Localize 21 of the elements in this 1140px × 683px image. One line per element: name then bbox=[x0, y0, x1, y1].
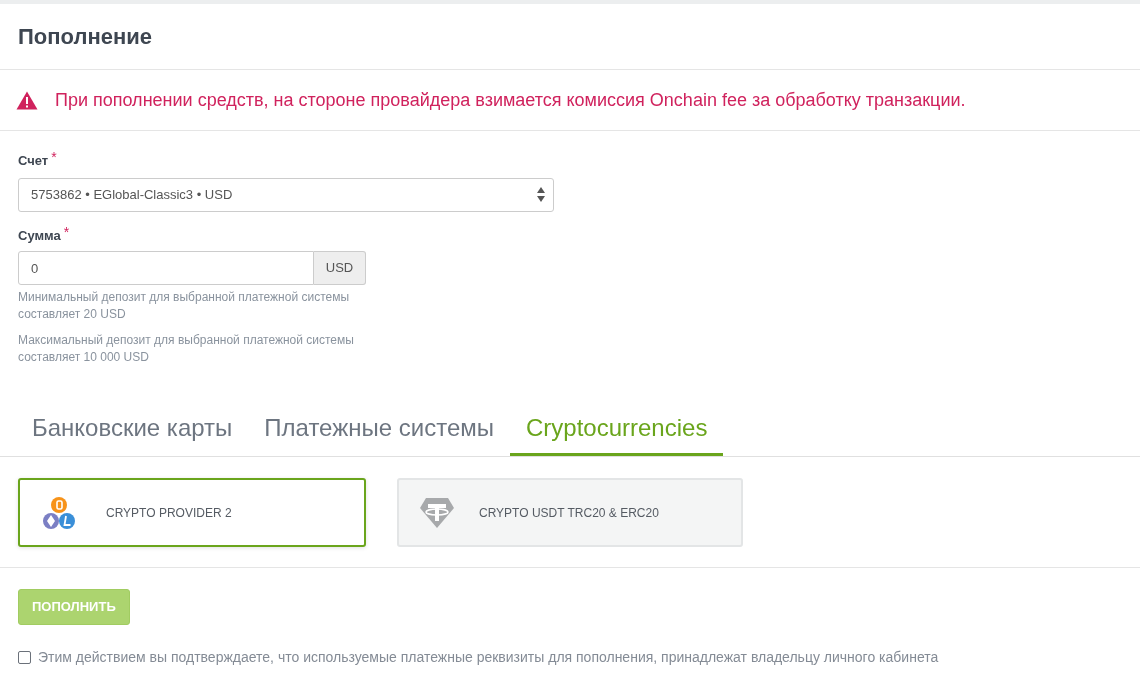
warning-icon bbox=[16, 90, 38, 110]
required-mark: * bbox=[63, 225, 70, 238]
required-mark: * bbox=[51, 151, 57, 163]
amount-input[interactable]: 0 bbox=[18, 251, 314, 285]
field-label: Сумма bbox=[18, 226, 61, 245]
currency-addon: USD bbox=[314, 251, 366, 285]
alert-text: При пополнении средств, на стороне провайдера взимается комиссия Onchain fee за обработку транзакции. bbox=[55, 88, 966, 112]
consent-checkbox[interactable] bbox=[18, 651, 31, 664]
field-label: Счет bbox=[18, 152, 49, 170]
updown-caret-icon bbox=[537, 187, 545, 202]
page-title: Пополнение bbox=[18, 23, 152, 51]
hint-text: Максимальный депозит для выбранной платежной системы составляет 10 000 USD bbox=[18, 332, 355, 366]
provider-card[interactable]: CRYPTO USDT TRC20 & ERC20 bbox=[397, 478, 743, 547]
provider-card[interactable]: CRYPTO PROVIDER 2 bbox=[18, 478, 366, 547]
tether-icon bbox=[419, 496, 455, 529]
crypto-coins-icon bbox=[42, 495, 76, 530]
consent-text: Этим действием вы подтверждаете, что используемые платежные реквизиты для пополнения, принадлежат владельцу личного кабинета bbox=[38, 648, 939, 667]
account-select[interactable]: 5753862 • EGlobal-Classic3 • USD bbox=[18, 177, 554, 212]
payment-tab[interactable]: Платежные системы bbox=[248, 403, 510, 456]
payment-tab[interactable]: Банковские карты bbox=[16, 403, 249, 456]
hint-text: Минимальный депозит для выбранной платежной системы составляет 20 USD bbox=[18, 289, 351, 323]
